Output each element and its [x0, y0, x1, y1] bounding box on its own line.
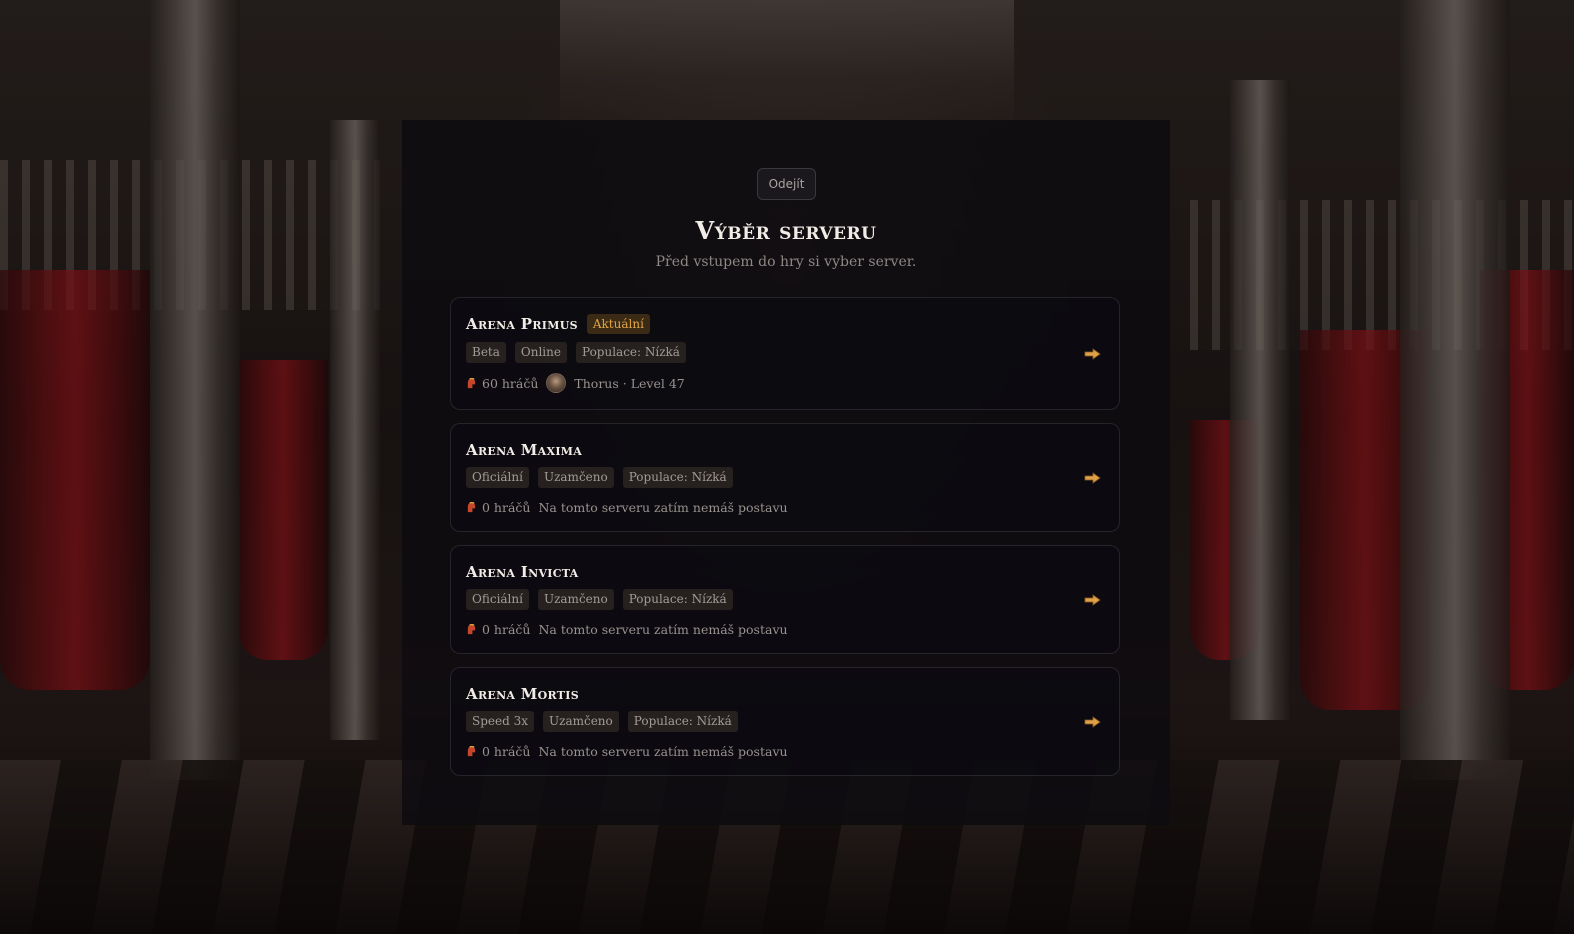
server-tags: Oficiální Uzamčeno Populace: Nízká — [466, 467, 733, 488]
arrow-right-icon[interactable] — [1084, 716, 1101, 728]
tag: Beta — [466, 342, 506, 363]
server-card-arena-maxima[interactable]: Arena Maxima Oficiální Uzamčeno Populace… — [450, 423, 1120, 532]
server-card-arena-primus[interactable]: Arena Primus Aktuální Beta Online Popula… — [450, 297, 1120, 410]
character-info: Na tomto serveru zatím nemáš postavu — [538, 621, 788, 637]
character-info: Thorus · Level 47 — [574, 375, 685, 391]
helmet-icon — [467, 745, 476, 756]
tag: Speed 3x — [466, 711, 535, 732]
server-info-row: 0 hráčů Na tomto serveru zatím nemáš pos… — [466, 496, 788, 518]
player-count: 0 hráčů — [482, 621, 531, 637]
current-badge: Aktuální — [586, 314, 650, 334]
helmet-icon — [467, 377, 476, 388]
arrow-right-icon[interactable] — [1084, 348, 1101, 360]
server-select-panel: Odejít Výběr serveru Před vstupem do hry… — [402, 120, 1170, 825]
server-name-row: Arena Primus Aktuální — [466, 313, 650, 335]
player-count: 60 hráčů — [482, 375, 539, 391]
server-name: Arena Maxima — [466, 441, 583, 459]
helmet-icon — [467, 623, 476, 634]
tag: Oficiální — [466, 467, 529, 488]
tag: Online — [514, 342, 567, 363]
tag: Populace: Nízká — [575, 342, 686, 363]
server-name-row: Arena Invicta — [466, 561, 579, 583]
server-tags: Speed 3x Uzamčeno Populace: Nízká — [466, 711, 738, 732]
server-name-row: Arena Mortis — [466, 683, 579, 705]
player-count: 0 hráčů — [482, 499, 531, 515]
leave-button[interactable]: Odejít — [757, 168, 816, 200]
avatar — [546, 373, 567, 393]
player-count: 0 hráčů — [482, 743, 531, 759]
server-tags: Beta Online Populace: Nízká — [466, 342, 686, 363]
server-card-arena-mortis[interactable]: Arena Mortis Speed 3x Uzamčeno Populace:… — [450, 667, 1120, 776]
tag: Populace: Nízká — [622, 589, 733, 610]
character-info: Na tomto serveru zatím nemáš postavu — [538, 499, 788, 515]
server-name: Arena Mortis — [466, 685, 579, 703]
arrow-right-icon[interactable] — [1084, 594, 1101, 606]
server-info-row: 60 hráčů Thorus · Level 47 — [466, 372, 685, 394]
tag: Uzamčeno — [543, 711, 619, 732]
tag: Populace: Nízká — [622, 467, 733, 488]
server-info-row: 0 hráčů Na tomto serveru zatím nemáš pos… — [466, 740, 788, 762]
character-info: Na tomto serveru zatím nemáš postavu — [538, 743, 788, 759]
tag: Uzamčeno — [537, 467, 614, 488]
server-info-row: 0 hráčů Na tomto serveru zatím nemáš pos… — [466, 618, 788, 640]
tag: Uzamčeno — [537, 589, 614, 610]
tag: Populace: Nízká — [627, 711, 738, 732]
helmet-icon — [467, 501, 476, 512]
server-name: Arena Invicta — [466, 563, 579, 581]
tag: Oficiální — [466, 589, 529, 610]
page-subtitle: Před vstupem do hry si vyber server. — [655, 254, 917, 270]
page-title: Výběr serveru — [695, 216, 877, 245]
server-name-row: Arena Maxima — [466, 439, 582, 461]
arrow-right-icon[interactable] — [1084, 472, 1101, 484]
server-card-arena-invicta[interactable]: Arena Invicta Oficiální Uzamčeno Populac… — [450, 545, 1120, 654]
server-name: Arena Primus — [466, 315, 578, 333]
server-tags: Oficiální Uzamčeno Populace: Nízká — [466, 589, 733, 610]
